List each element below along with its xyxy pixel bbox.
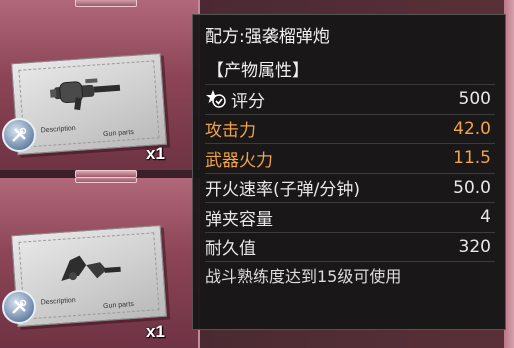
stat-row-durability: 耐久值 320 (205, 233, 495, 262)
stat-row-attack: 攻击力 42.0 (205, 115, 495, 144)
stat-label: 攻击力 (205, 121, 256, 142)
tools-icon (12, 299, 27, 314)
inventory-slot[interactable]: Description Gun parts x1 (0, 0, 200, 170)
inventory-list: Description Gun parts x1 Description Gun… (0, 0, 200, 348)
blueprint-parts-label: Gun parts (102, 128, 135, 139)
stat-label: 开火速率(子弹/分钟) (205, 180, 360, 201)
inventory-slot[interactable]: Description Gun parts x1 (0, 178, 200, 348)
stat-row-magazine: 弹夹容量 4 (205, 203, 495, 233)
slot-handle (75, 178, 137, 183)
stat-label: 弹夹容量 (205, 209, 273, 230)
blueprint-badge-icon (2, 290, 36, 324)
stat-row-score: 评分 500 (205, 85, 495, 115)
blueprint-description-label: Description (40, 124, 76, 135)
stat-value: 42.0 (453, 118, 491, 139)
grenade-launcher-icon (49, 78, 121, 111)
stat-label: 耐久值 (205, 239, 256, 260)
tools-icon (12, 127, 27, 142)
blueprint-badge-icon (2, 118, 36, 152)
item-quantity: x1 (146, 322, 165, 341)
stat-value: 50.0 (453, 177, 491, 198)
stat-label: 武器火力 (205, 150, 273, 171)
stat-value: 4 (480, 207, 491, 228)
stat-value: 11.5 (453, 148, 491, 169)
stat-label: 评分 (231, 91, 265, 112)
slot-handle (75, 0, 137, 7)
score-icon (206, 90, 226, 108)
stat-row-fire-rate: 开火速率(子弹/分钟) 50.0 (205, 174, 495, 203)
tooltip-section-header: 【产物属性】 (205, 57, 495, 85)
stat-value: 500 (458, 89, 491, 110)
blueprint-description-label: Description (40, 296, 76, 307)
stat-value: 320 (458, 236, 491, 257)
usage-requirement: 战斗熟练度达到15级可使用 (205, 267, 402, 286)
item-quantity: x1 (146, 144, 165, 163)
blueprint-parts-label: Gun parts (102, 300, 135, 311)
weapon-part-icon (61, 255, 121, 281)
slot-divider (75, 170, 137, 178)
stat-row-firepower: 武器火力 11.5 (205, 144, 495, 174)
tooltip-title: 配方:强袭榴弹炮 (205, 27, 330, 47)
item-tooltip: 配方:强袭榴弹炮 【产物属性】 评分 500 攻击力 42.0 武器火力 11.… (192, 14, 506, 330)
